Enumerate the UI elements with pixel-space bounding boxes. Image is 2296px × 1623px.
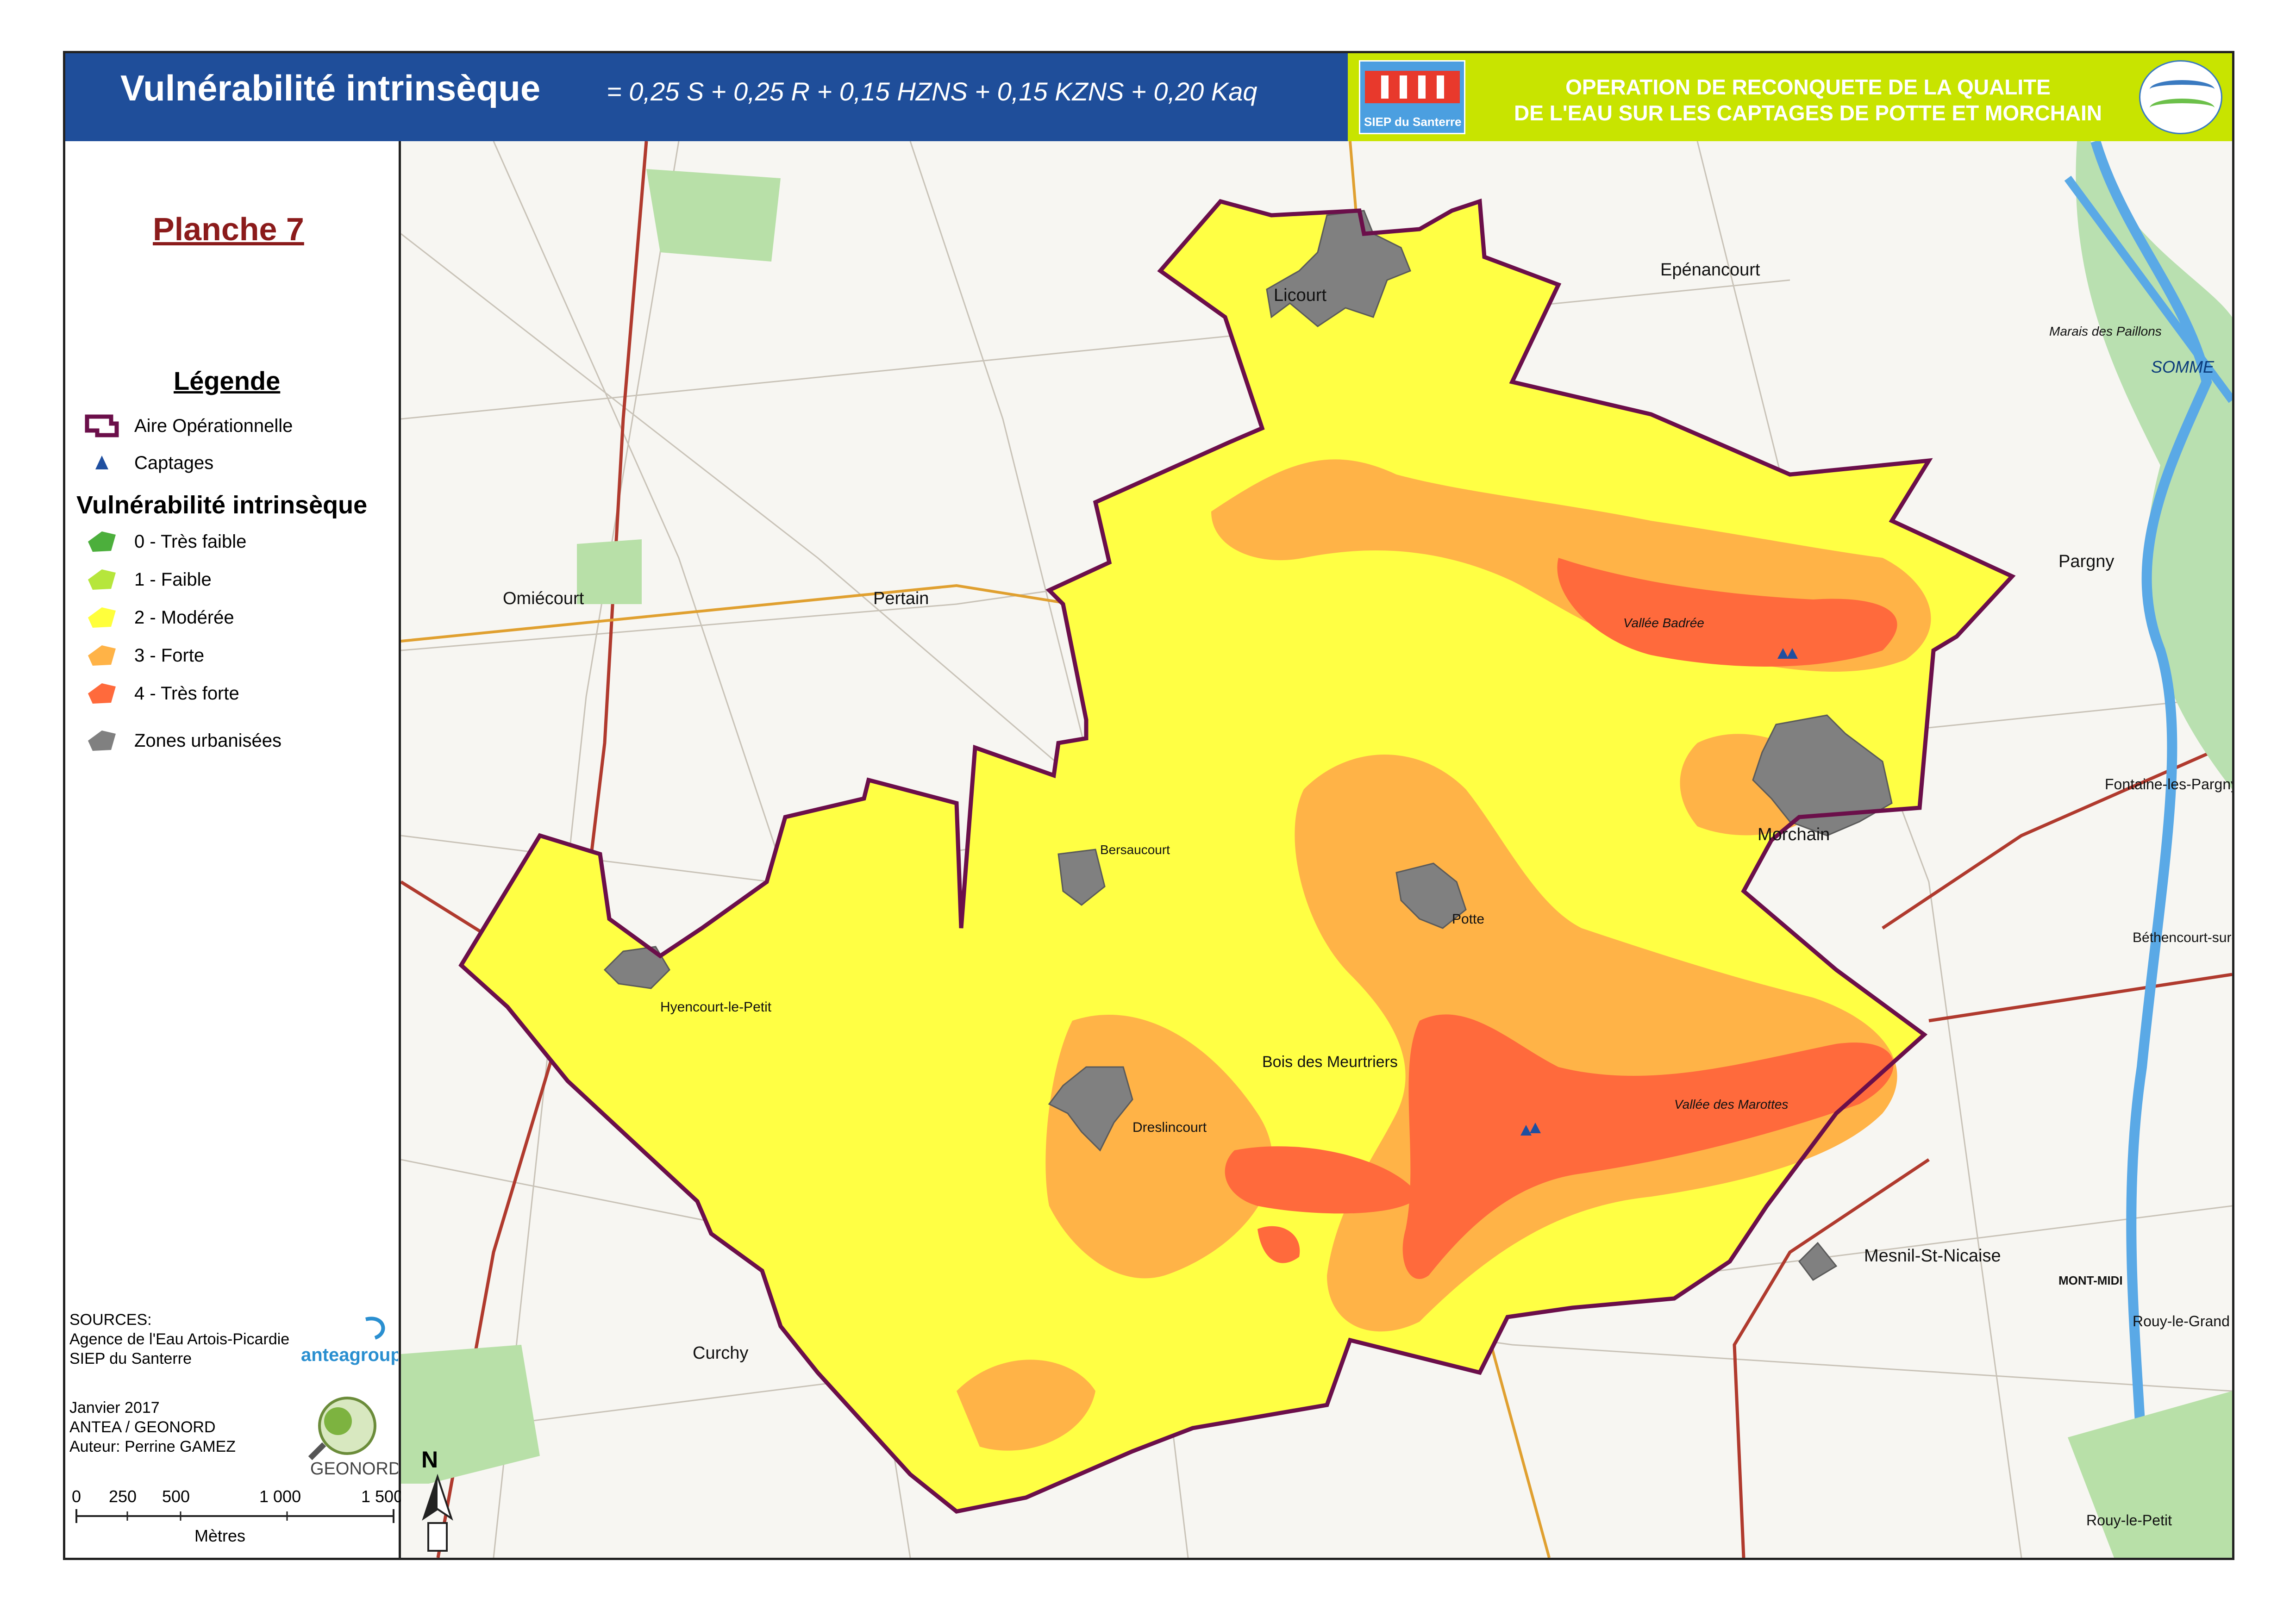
label-morchain: Morchain xyxy=(1758,825,1830,844)
vulnerability-formula: = 0,25 S + 0,25 R + 0,15 HZNS + 0,15 KZN… xyxy=(607,77,1257,106)
label-bersaucourt: Bersaucourt xyxy=(1100,843,1170,857)
legend-urban: Zones urbanisées xyxy=(83,727,282,755)
legend-aire-operationnelle: Aire Opérationnelle xyxy=(83,412,293,440)
legend-class-0: 0 - Très faible xyxy=(83,528,246,556)
label-rouy-le-grand: Rouy-le-Grand xyxy=(2133,1313,2230,1330)
legend-title: Légende xyxy=(174,366,281,395)
label-mesnil-st-nicaise: Mesnil-St-Nicaise xyxy=(1864,1246,2001,1266)
label-marais-paillons: Marais des Paillons xyxy=(2049,324,2162,338)
label-rouy-le-petit: Rouy-le-Petit xyxy=(2086,1512,2172,1529)
siep-logo-text: SIEP du Santerre xyxy=(1364,115,1462,129)
geonord-logo: GEONORD xyxy=(296,1393,401,1481)
sources-line2: SIEP du Santerre xyxy=(69,1350,192,1367)
north-letter: N xyxy=(421,1447,438,1473)
scale-bar: 0 250 500 1 000 1 500 Mètres xyxy=(69,1481,403,1551)
operation-title-line1: OPERATION DE RECONQUETE DE LA QUALITE xyxy=(1565,75,2051,99)
scale-tick-1500: 1 500 xyxy=(361,1487,403,1506)
label-potte: Potte xyxy=(1452,911,1484,927)
label-omiecourt: Omiécourt xyxy=(503,589,584,608)
label-pertain: Pertain xyxy=(873,589,929,608)
siep-logo: SIEP du Santerre xyxy=(1359,60,1465,134)
label-curchy: Curchy xyxy=(693,1343,748,1363)
legend-class-1: 1 - Faible xyxy=(83,566,212,593)
urban-swatch-icon xyxy=(83,727,120,755)
legend-aire-label: Aire Opérationnelle xyxy=(134,415,293,436)
map-area[interactable]: Licourt Epénancourt Pargny Pertain Omiéc… xyxy=(401,141,2232,1558)
north-arrow-icon: N xyxy=(407,1444,468,1560)
antea-logo: anteagroup xyxy=(296,1310,402,1375)
aire-polygon-icon xyxy=(83,412,120,440)
map-title: Vulnérabilité intrinsèque xyxy=(120,68,541,108)
label-pargny: Pargny xyxy=(2058,552,2114,571)
label-fontaine-les-pargny: Fontaine-les-Pargny xyxy=(2105,776,2232,793)
captage-triangle-icon xyxy=(83,449,120,477)
label-epenancourt: Epénancourt xyxy=(1660,260,1760,280)
credits-author: Auteur: Perrine GAMEZ xyxy=(69,1438,236,1455)
credits-org: ANTEA / GEONORD xyxy=(69,1418,216,1436)
label-vallee-badree: Vallée Badrée xyxy=(1623,616,1704,630)
geonord-logo-text: GEONORD xyxy=(310,1459,398,1479)
legend-captages: Captages xyxy=(83,449,213,477)
siep-logo-bar xyxy=(1365,71,1460,103)
class-0-swatch-icon xyxy=(83,528,120,556)
label-licourt: Licourt xyxy=(1274,286,1326,305)
label-hyencourt: Hyencourt-le-Petit xyxy=(660,999,772,1015)
scale-tick-500: 500 xyxy=(162,1487,190,1506)
sources-title: SOURCES: xyxy=(69,1311,152,1329)
class-4-swatch-icon xyxy=(83,680,120,707)
credits-date: Janvier 2017 xyxy=(69,1399,160,1417)
scale-tick-250: 250 xyxy=(109,1487,137,1506)
class-2-swatch-icon xyxy=(83,604,120,631)
legend-class-2-label: 2 - Modérée xyxy=(134,607,234,628)
scale-tick-1000: 1 000 xyxy=(259,1487,301,1506)
legend-class-4: 4 - Très forte xyxy=(83,680,239,707)
water-agency-logo xyxy=(2139,60,2222,134)
legend-class-0-label: 0 - Très faible xyxy=(134,531,247,552)
class-3-swatch-icon xyxy=(83,642,120,669)
legend-class-3-label: 3 - Forte xyxy=(134,645,205,666)
operation-title-line2: DE L'EAU SUR LES CAPTAGES DE POTTE ET MO… xyxy=(1514,101,2102,125)
antea-logo-text: anteagroup xyxy=(301,1345,398,1365)
legend-vulnerability-title: Vulnérabilité intrinsèque xyxy=(76,491,368,519)
label-dreslincourt: Dreslincourt xyxy=(1132,1120,1207,1135)
legend-class-3: 3 - Forte xyxy=(83,642,204,669)
credits-block: Janvier 2017 ANTEA / GEONORD Auteur: Per… xyxy=(69,1398,236,1456)
legend-class-2: 2 - Modérée xyxy=(83,604,234,631)
sources-block: SOURCES: Agence de l'Eau Artois-Picardie… xyxy=(69,1310,289,1368)
scale-tick-0: 0 xyxy=(72,1487,81,1506)
label-mont-midi: MONT-MIDI xyxy=(2058,1273,2123,1287)
label-bethencourt: Béthencourt-sur-Somme xyxy=(2133,930,2232,945)
legend-captages-label: Captages xyxy=(134,452,214,473)
map-canvas: Licourt Epénancourt Pargny Pertain Omiéc… xyxy=(401,141,2232,1558)
operation-title: OPERATION DE RECONQUETE DE LA QUALITE DE… xyxy=(1477,74,2139,126)
legend-class-4-label: 4 - Très forte xyxy=(134,683,239,704)
legend-urban-label: Zones urbanisées xyxy=(134,730,282,751)
label-bois-meurtriers: Bois des Meurtriers xyxy=(1262,1053,1398,1071)
legend-class-1-label: 1 - Faible xyxy=(134,569,212,590)
sources-line1: Agence de l'Eau Artois-Picardie xyxy=(69,1330,290,1348)
label-somme: SOMME xyxy=(2151,357,2215,376)
scale-unit: Mètres xyxy=(194,1526,245,1545)
planche-number: Planche 7 xyxy=(153,211,304,247)
label-vallee-marottes: Vallée des Marottes xyxy=(1674,1097,1788,1111)
class-1-swatch-icon xyxy=(83,566,120,593)
